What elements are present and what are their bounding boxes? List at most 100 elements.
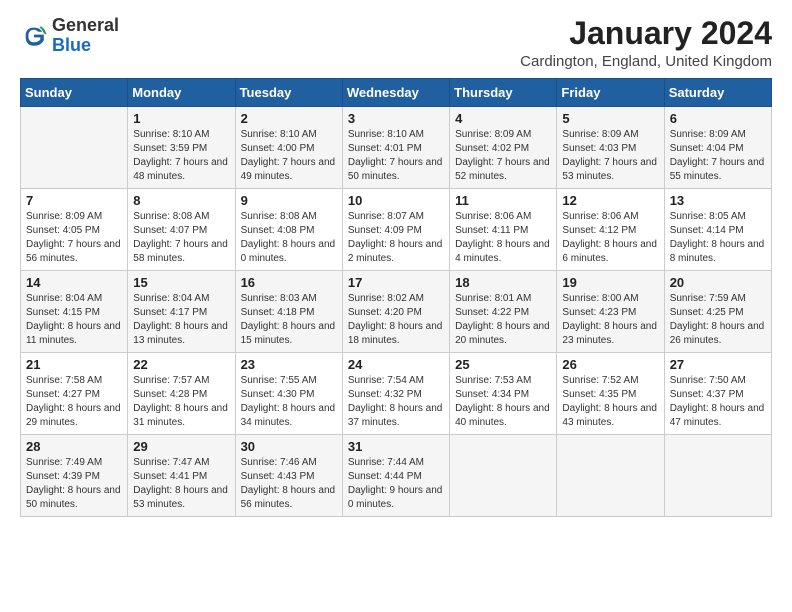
calendar-cell: 13 Sunrise: 8:05 AMSunset: 4:14 PMDaylig… (664, 189, 771, 271)
day-info: Sunrise: 8:09 AMSunset: 4:03 PMDaylight:… (562, 128, 658, 184)
day-info: Sunrise: 8:06 AMSunset: 4:12 PMDaylight:… (562, 210, 658, 266)
calendar-cell: 17 Sunrise: 8:02 AMSunset: 4:20 PMDaylig… (342, 271, 449, 353)
location-subtitle: Cardington, England, United Kingdom (520, 53, 772, 70)
calendar-cell (664, 435, 771, 517)
calendar-week-3: 14 Sunrise: 8:04 AMSunset: 4:15 PMDaylig… (21, 271, 772, 353)
logo-text: General Blue (52, 16, 119, 56)
col-tuesday: Tuesday (235, 79, 342, 107)
day-number: 20 (670, 275, 766, 290)
calendar-cell: 12 Sunrise: 8:06 AMSunset: 4:12 PMDaylig… (557, 189, 664, 271)
day-number: 29 (133, 439, 229, 454)
calendar-cell: 18 Sunrise: 8:01 AMSunset: 4:22 PMDaylig… (450, 271, 557, 353)
day-info: Sunrise: 8:07 AMSunset: 4:09 PMDaylight:… (348, 210, 444, 266)
title-block: January 2024 Cardington, England, United… (520, 16, 772, 70)
day-number: 1 (133, 111, 229, 126)
calendar-cell: 11 Sunrise: 8:06 AMSunset: 4:11 PMDaylig… (450, 189, 557, 271)
day-number: 9 (241, 193, 337, 208)
col-friday: Friday (557, 79, 664, 107)
day-number: 14 (26, 275, 122, 290)
day-number: 19 (562, 275, 658, 290)
day-info: Sunrise: 7:49 AMSunset: 4:39 PMDaylight:… (26, 456, 122, 512)
day-number: 6 (670, 111, 766, 126)
calendar-cell: 9 Sunrise: 8:08 AMSunset: 4:08 PMDayligh… (235, 189, 342, 271)
calendar-cell: 16 Sunrise: 8:03 AMSunset: 4:18 PMDaylig… (235, 271, 342, 353)
col-thursday: Thursday (450, 79, 557, 107)
month-title: January 2024 (520, 16, 772, 51)
day-number: 2 (241, 111, 337, 126)
day-number: 22 (133, 357, 229, 372)
calendar-week-1: 1 Sunrise: 8:10 AMSunset: 3:59 PMDayligh… (21, 107, 772, 189)
day-number: 12 (562, 193, 658, 208)
day-number: 15 (133, 275, 229, 290)
day-info: Sunrise: 8:09 AMSunset: 4:05 PMDaylight:… (26, 210, 122, 266)
day-number: 24 (348, 357, 444, 372)
day-info: Sunrise: 8:10 AMSunset: 4:00 PMDaylight:… (241, 128, 337, 184)
calendar-cell: 22 Sunrise: 7:57 AMSunset: 4:28 PMDaylig… (128, 353, 235, 435)
calendar-cell: 15 Sunrise: 8:04 AMSunset: 4:17 PMDaylig… (128, 271, 235, 353)
day-info: Sunrise: 8:00 AMSunset: 4:23 PMDaylight:… (562, 292, 658, 348)
col-sunday: Sunday (21, 79, 128, 107)
col-monday: Monday (128, 79, 235, 107)
calendar-cell: 23 Sunrise: 7:55 AMSunset: 4:30 PMDaylig… (235, 353, 342, 435)
calendar-cell (557, 435, 664, 517)
calendar-cell: 19 Sunrise: 8:00 AMSunset: 4:23 PMDaylig… (557, 271, 664, 353)
page-container: General Blue January 2024 Cardington, En… (0, 0, 792, 527)
day-info: Sunrise: 7:47 AMSunset: 4:41 PMDaylight:… (133, 456, 229, 512)
day-info: Sunrise: 7:53 AMSunset: 4:34 PMDaylight:… (455, 374, 551, 430)
day-info: Sunrise: 8:06 AMSunset: 4:11 PMDaylight:… (455, 210, 551, 266)
calendar-cell (450, 435, 557, 517)
day-info: Sunrise: 7:58 AMSunset: 4:27 PMDaylight:… (26, 374, 122, 430)
calendar-cell (21, 107, 128, 189)
day-info: Sunrise: 8:04 AMSunset: 4:15 PMDaylight:… (26, 292, 122, 348)
day-number: 30 (241, 439, 337, 454)
calendar-cell: 31 Sunrise: 7:44 AMSunset: 4:44 PMDaylig… (342, 435, 449, 517)
calendar-cell: 21 Sunrise: 7:58 AMSunset: 4:27 PMDaylig… (21, 353, 128, 435)
day-number: 25 (455, 357, 551, 372)
day-info: Sunrise: 8:10 AMSunset: 3:59 PMDaylight:… (133, 128, 229, 184)
calendar-cell: 27 Sunrise: 7:50 AMSunset: 4:37 PMDaylig… (664, 353, 771, 435)
logo: General Blue (20, 16, 119, 56)
day-number: 18 (455, 275, 551, 290)
day-number: 10 (348, 193, 444, 208)
header-row: Sunday Monday Tuesday Wednesday Thursday… (21, 79, 772, 107)
logo-blue: Blue (52, 35, 91, 55)
day-number: 27 (670, 357, 766, 372)
day-number: 28 (26, 439, 122, 454)
calendar-cell: 28 Sunrise: 7:49 AMSunset: 4:39 PMDaylig… (21, 435, 128, 517)
day-number: 23 (241, 357, 337, 372)
calendar-cell: 7 Sunrise: 8:09 AMSunset: 4:05 PMDayligh… (21, 189, 128, 271)
calendar-cell: 10 Sunrise: 8:07 AMSunset: 4:09 PMDaylig… (342, 189, 449, 271)
day-info: Sunrise: 7:50 AMSunset: 4:37 PMDaylight:… (670, 374, 766, 430)
calendar-cell: 24 Sunrise: 7:54 AMSunset: 4:32 PMDaylig… (342, 353, 449, 435)
calendar-week-5: 28 Sunrise: 7:49 AMSunset: 4:39 PMDaylig… (21, 435, 772, 517)
col-wednesday: Wednesday (342, 79, 449, 107)
day-info: Sunrise: 7:46 AMSunset: 4:43 PMDaylight:… (241, 456, 337, 512)
day-info: Sunrise: 7:55 AMSunset: 4:30 PMDaylight:… (241, 374, 337, 430)
day-number: 21 (26, 357, 122, 372)
day-info: Sunrise: 8:03 AMSunset: 4:18 PMDaylight:… (241, 292, 337, 348)
calendar-cell: 29 Sunrise: 7:47 AMSunset: 4:41 PMDaylig… (128, 435, 235, 517)
day-info: Sunrise: 8:04 AMSunset: 4:17 PMDaylight:… (133, 292, 229, 348)
calendar-cell: 4 Sunrise: 8:09 AMSunset: 4:02 PMDayligh… (450, 107, 557, 189)
day-number: 8 (133, 193, 229, 208)
day-number: 16 (241, 275, 337, 290)
day-info: Sunrise: 7:57 AMSunset: 4:28 PMDaylight:… (133, 374, 229, 430)
calendar-week-4: 21 Sunrise: 7:58 AMSunset: 4:27 PMDaylig… (21, 353, 772, 435)
day-number: 13 (670, 193, 766, 208)
header: General Blue January 2024 Cardington, En… (20, 16, 772, 70)
day-info: Sunrise: 8:08 AMSunset: 4:08 PMDaylight:… (241, 210, 337, 266)
calendar-cell: 30 Sunrise: 7:46 AMSunset: 4:43 PMDaylig… (235, 435, 342, 517)
calendar-cell: 5 Sunrise: 8:09 AMSunset: 4:03 PMDayligh… (557, 107, 664, 189)
calendar-cell: 2 Sunrise: 8:10 AMSunset: 4:00 PMDayligh… (235, 107, 342, 189)
calendar-cell: 26 Sunrise: 7:52 AMSunset: 4:35 PMDaylig… (557, 353, 664, 435)
calendar-cell: 6 Sunrise: 8:09 AMSunset: 4:04 PMDayligh… (664, 107, 771, 189)
calendar-table: Sunday Monday Tuesday Wednesday Thursday… (20, 78, 772, 517)
day-info: Sunrise: 7:44 AMSunset: 4:44 PMDaylight:… (348, 456, 444, 512)
day-number: 26 (562, 357, 658, 372)
calendar-header: Sunday Monday Tuesday Wednesday Thursday… (21, 79, 772, 107)
day-number: 5 (562, 111, 658, 126)
day-info: Sunrise: 8:09 AMSunset: 4:04 PMDaylight:… (670, 128, 766, 184)
calendar-cell: 20 Sunrise: 7:59 AMSunset: 4:25 PMDaylig… (664, 271, 771, 353)
col-saturday: Saturday (664, 79, 771, 107)
calendar-cell: 1 Sunrise: 8:10 AMSunset: 3:59 PMDayligh… (128, 107, 235, 189)
